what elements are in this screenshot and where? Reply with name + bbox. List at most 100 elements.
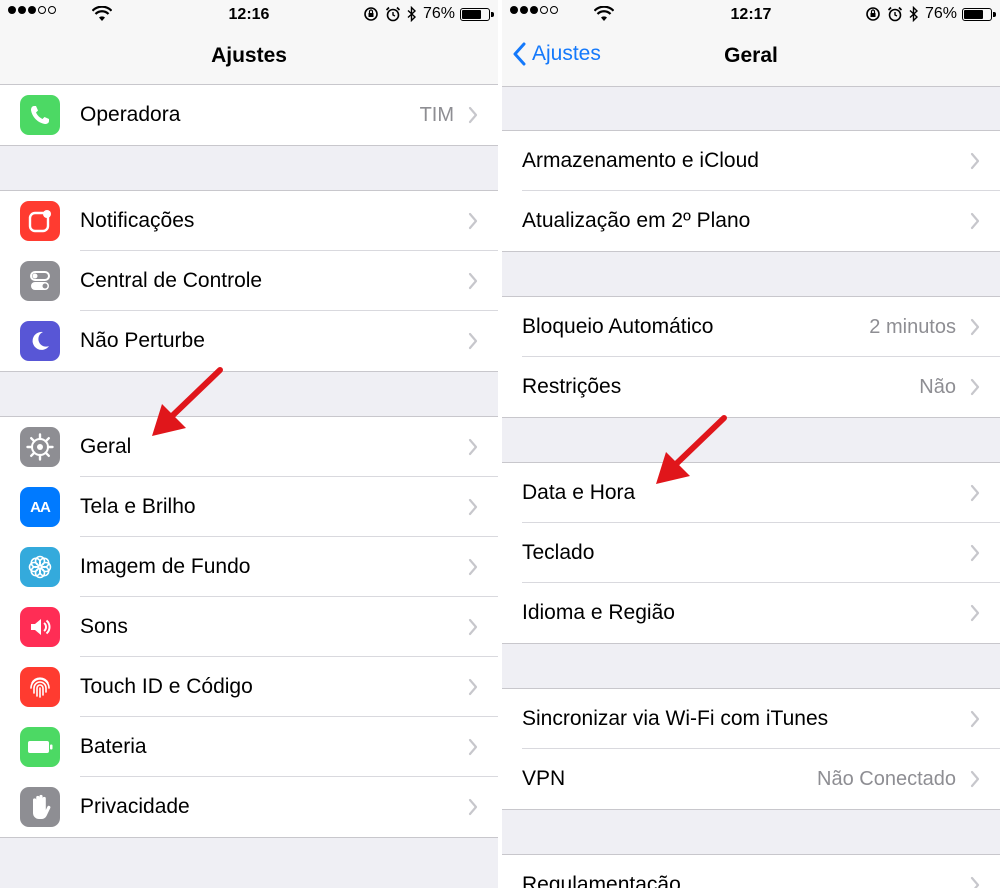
settings-row-label: Data e Hora [522,481,636,504]
chevron-right-icon [970,544,980,562]
settings-row-idioma-e-regiao[interactable]: Idioma e Região [502,583,1000,643]
settings-row-central-de-controle[interactable]: Central de Controle [0,251,498,311]
settings-row-label: Sincronizar via Wi-Fi com iTunes [522,707,829,730]
status-right: 76% [357,5,494,23]
gear-icon [20,427,60,467]
battery-icon [20,727,60,767]
chevron-right-icon [468,332,478,350]
settings-row-label: Não Perturbe [80,329,205,352]
page-title: Geral [724,44,778,67]
settings-row-label: Touch ID e Código [80,675,253,698]
alarm-icon [887,6,903,22]
settings-row-label: Atualização em 2º Plano [522,209,751,232]
battery-indicator-icon [962,7,996,21]
settings-row-teclado[interactable]: Teclado [502,523,1000,583]
settings-row-label: Sons [80,615,128,638]
settings-group-general: Geral AA Tela e Brilho Imagem de Fundo Sons T… [0,416,498,838]
toggles-icon [20,261,60,301]
chevron-right-icon [468,438,478,456]
chevron-right-icon [970,318,980,336]
settings-row-label: Idioma e Região [522,601,675,624]
settings-group-notifications: Notificações Central de Controle Não Pertu… [0,190,498,372]
chevron-right-icon [970,484,980,502]
settings-row-touch-id-e-codigo[interactable]: Touch ID e Código [0,657,498,717]
settings-group-lock: Bloqueio Automático 2 minutos Restrições Nã… [502,296,1000,418]
settings-row-data-e-hora[interactable]: Data e Hora [502,463,1000,523]
settings-row-value: Não [919,375,956,398]
settings-row-label: Bloqueio Automático [522,315,714,338]
settings-row-label: VPN [522,767,566,790]
chevron-right-icon [970,152,980,170]
settings-group-storage: Armazenamento e iCloud Atualização em 2º … [502,130,1000,252]
settings-row-atualizacao-em-2-plano[interactable]: Atualização em 2º Plano [502,191,1000,251]
settings-screen: 12:16 76% Ajustes Operadora TIM Notificaç… [0,0,498,888]
settings-row-bateria[interactable]: Bateria [0,717,498,777]
chevron-right-icon [970,710,980,728]
rotation-lock-icon [865,6,881,22]
settings-row-label: Teclado [522,541,595,564]
settings-row-operadora[interactable]: Operadora TIM [0,85,498,145]
settings-row-label: Imagem de Fundo [80,555,251,578]
settings-row-geral[interactable]: Geral [0,417,498,477]
settings-row-label: Bateria [80,735,147,758]
settings-row-tela-e-brilho[interactable]: AA Tela e Brilho [0,477,498,537]
chevron-right-icon [468,798,478,816]
navigation-bar: Ajustes [0,30,498,87]
settings-row-value: Não Conectado [817,767,956,790]
annotation-arrow-icon [152,367,223,436]
chevron-right-icon [468,618,478,636]
settings-row-privacidade[interactable]: Privacidade [0,777,498,837]
chevron-right-icon [970,212,980,230]
settings-row-notificacoes[interactable]: Notificações [0,191,498,251]
annotation-arrow-icon [656,415,727,484]
settings-row-armazenamento-e-icloud[interactable]: Armazenamento e iCloud [502,131,1000,191]
hand-icon [20,787,60,827]
battery-indicator-icon [460,7,494,21]
settings-row-nao-perturbe[interactable]: Não Perturbe [0,311,498,371]
chevron-right-icon [468,272,478,290]
settings-row-label: Notificações [80,209,195,232]
status-right: 76% [859,5,996,23]
alarm-icon [385,6,401,22]
settings-row-label: Privacidade [80,795,190,818]
speaker-icon [20,607,60,647]
phone-icon [20,95,60,135]
settings-group-sync: Sincronizar via Wi-Fi com iTunes VPN Não C… [502,688,1000,810]
status-bar: 12:16 76% [0,0,498,30]
battery-percent: 76% [422,5,455,22]
settings-row-label: Restrições [522,375,622,398]
text-size-icon: AA [20,487,60,527]
moon-icon [20,321,60,361]
settings-row-restricoes[interactable]: Restrições Não [502,357,1000,417]
settings-row-sons[interactable]: Sons [0,597,498,657]
chevron-right-icon [970,770,980,788]
status-bar: 12:17 76% [502,0,1000,30]
settings-group-carrier: Operadora TIM [0,84,498,146]
settings-row-bloqueio-automatico[interactable]: Bloqueio Automático 2 minutos [502,297,1000,357]
bluetooth-icon [909,6,919,22]
settings-row-label: Armazenamento e iCloud [522,149,759,172]
general-screen: 12:17 76% Ajustes Geral Armazenamento e … [502,0,1000,888]
chevron-right-icon [468,212,478,230]
chevron-right-icon [970,876,980,888]
settings-group-datetime: Data e Hora Teclado Idioma e Região [502,462,1000,644]
chevron-right-icon [468,498,478,516]
chevron-right-icon [970,604,980,622]
notifications-icon [20,201,60,241]
bluetooth-icon [407,6,417,22]
chevron-right-icon [468,558,478,576]
settings-group-regulatory: Regulamentação [502,854,1000,888]
settings-row-sincronizar-via-wi-fi-com-itunes[interactable]: Sincronizar via Wi-Fi com iTunes [502,689,1000,749]
rotation-lock-icon [363,6,379,22]
page-title: Ajustes [211,44,287,67]
settings-row-vpn[interactable]: VPN Não Conectado [502,749,1000,809]
chevron-right-icon [468,106,478,124]
settings-row-regulamentacao[interactable]: Regulamentação [502,855,1000,888]
fingerprint-icon [20,667,60,707]
navigation-bar: Ajustes Geral [502,30,1000,87]
settings-row-label: Central de Controle [80,269,263,292]
settings-row-value: TIM [419,103,454,126]
chevron-right-icon [970,378,980,396]
settings-row-label: Geral [80,435,132,458]
settings-row-imagem-de-fundo[interactable]: Imagem de Fundo [0,537,498,597]
